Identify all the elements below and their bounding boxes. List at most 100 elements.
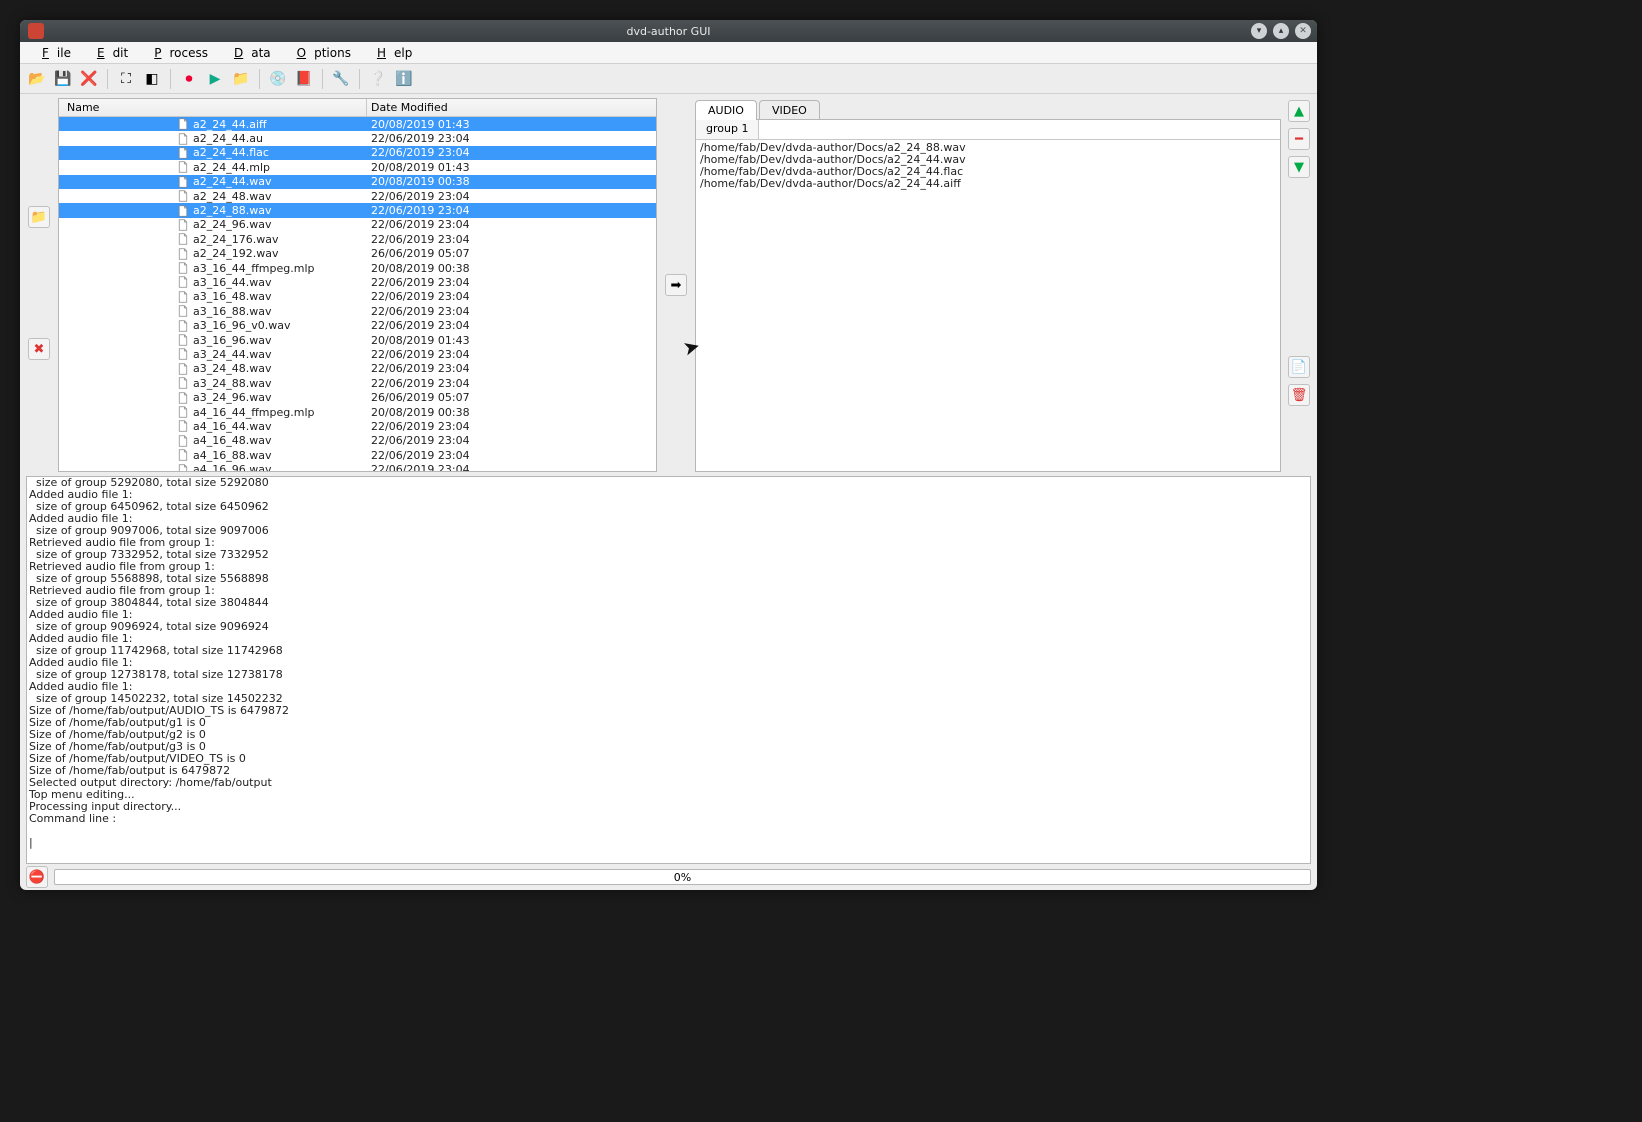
file-date: 22/06/2019 23:04	[367, 190, 470, 203]
file-icon	[177, 276, 189, 288]
menu-options[interactable]: Options	[281, 44, 359, 62]
file-icon	[177, 161, 189, 173]
new-group-button[interactable]: 📄	[1288, 356, 1310, 378]
column-header-name[interactable]: Name	[59, 99, 367, 116]
file-icon	[177, 320, 189, 332]
file-date: 22/06/2019 23:04	[367, 233, 470, 246]
move-up-button[interactable]: ▲	[1288, 100, 1310, 122]
file-name: a3_16_44.wav	[193, 276, 271, 289]
file-row[interactable]: a3_24_44.wav22/06/2019 23:04	[59, 347, 656, 361]
deselect-icon[interactable]: ◧	[141, 68, 163, 90]
menu-help[interactable]: Help	[361, 44, 420, 62]
red-folder-icon[interactable]: 📕	[293, 68, 315, 90]
save-icon[interactable]: 💾	[52, 68, 74, 90]
file-row[interactable]: a2_24_96.wav22/06/2019 23:04	[59, 218, 656, 232]
file-name: a3_16_96_v0.wav	[193, 319, 291, 332]
menu-file[interactable]: File	[26, 44, 79, 62]
file-row[interactable]: a2_24_44.au22/06/2019 23:04	[59, 131, 656, 145]
window-title: dvd-author GUI	[20, 25, 1317, 38]
record-icon[interactable]: ⏺	[178, 68, 200, 90]
log-output[interactable]: size of group 5292080, total size 529208…	[26, 476, 1311, 864]
file-name: a2_24_44.wav	[193, 175, 271, 188]
file-name: a2_24_44.au	[193, 132, 263, 145]
file-icon	[177, 406, 189, 418]
file-row[interactable]: a2_24_176.wav22/06/2019 23:04	[59, 232, 656, 246]
remove-button[interactable]: ✖	[28, 338, 50, 360]
file-name: a2_24_44.aiff	[193, 118, 267, 131]
file-name: a2_24_192.wav	[193, 247, 278, 260]
file-name: a3_16_88.wav	[193, 305, 271, 318]
output-folder-icon[interactable]: 📁	[230, 68, 252, 90]
file-icon	[177, 147, 189, 159]
move-down-button[interactable]: ▼	[1288, 156, 1310, 178]
file-icon	[177, 348, 189, 360]
toolbar: 📂💾❌ ⛶◧ ⏺▶📁 💿📕 🔧 ❔ℹ️	[20, 64, 1317, 94]
file-name: a2_24_44.mlp	[193, 161, 270, 174]
file-icon	[177, 205, 189, 217]
send-right-button[interactable]: ➡	[665, 274, 687, 296]
file-list-body[interactable]: a2_24_44.aiff20/08/2019 01:43a2_24_44.au…	[59, 117, 656, 471]
play-icon[interactable]: ▶	[204, 68, 226, 90]
delete-group-button[interactable]: 🗑	[1288, 384, 1310, 406]
file-row[interactable]: a3_24_88.wav22/06/2019 23:04	[59, 376, 656, 390]
file-name: a3_24_48.wav	[193, 362, 271, 375]
file-row[interactable]: a3_16_96.wav20/08/2019 01:43	[59, 333, 656, 347]
info-icon[interactable]: ℹ️	[393, 68, 415, 90]
file-row[interactable]: a2_24_44.aiff20/08/2019 01:43	[59, 117, 656, 131]
file-row[interactable]: a3_16_88.wav22/06/2019 23:04	[59, 304, 656, 318]
column-header-date[interactable]: Date Modified	[367, 99, 656, 116]
file-icon	[177, 219, 189, 231]
file-row[interactable]: a3_16_44_ffmpeg.mlp20/08/2019 00:38	[59, 261, 656, 275]
file-name: a2_24_48.wav	[193, 190, 271, 203]
file-date: 26/06/2019 05:07	[367, 391, 470, 404]
file-row[interactable]: a4_16_48.wav22/06/2019 23:04	[59, 434, 656, 448]
file-row[interactable]: a2_24_88.wav22/06/2019 23:04	[59, 203, 656, 217]
close-button[interactable]: ✕	[1295, 23, 1311, 39]
group-tab[interactable]: group 1	[696, 120, 759, 139]
file-name: a3_16_48.wav	[193, 290, 271, 303]
group-list-item[interactable]: /home/fab/Dev/dvda-author/Docs/a2_24_44.…	[700, 178, 1276, 190]
file-row[interactable]: a2_24_44.mlp20/08/2019 01:43	[59, 160, 656, 174]
minimize-button[interactable]: ▾	[1251, 23, 1267, 39]
file-row[interactable]: a4_16_96.wav22/06/2019 23:04	[59, 462, 656, 471]
file-row[interactable]: a3_24_48.wav 22/06/2019 23:04	[59, 362, 656, 376]
maximize-button[interactable]: ▴	[1273, 23, 1289, 39]
add-folder-button[interactable]: 📁	[28, 206, 50, 228]
file-row[interactable]: a2_24_44.flac22/06/2019 23:04	[59, 146, 656, 160]
file-date: 22/06/2019 23:04	[367, 434, 470, 447]
group-file-list[interactable]: /home/fab/Dev/dvda-author/Docs/a2_24_88.…	[696, 140, 1280, 471]
file-date: 22/06/2019 23:04	[367, 204, 470, 217]
file-date: 22/06/2019 23:04	[367, 449, 470, 462]
disc-icon[interactable]: 💿	[267, 68, 289, 90]
file-row[interactable]: a3_24_96.wav26/06/2019 05:07	[59, 390, 656, 404]
file-row[interactable]: a3_16_96_v0.wav22/06/2019 23:04	[59, 318, 656, 332]
file-row[interactable]: a4_16_88.wav22/06/2019 23:04	[59, 448, 656, 462]
file-row[interactable]: a2_24_48.wav 22/06/2019 23:04	[59, 189, 656, 203]
menu-data[interactable]: Data	[218, 44, 279, 62]
wrench-icon[interactable]: 🔧	[330, 68, 352, 90]
file-row[interactable]: a4_16_44.wav22/06/2019 23:04	[59, 419, 656, 433]
transfer-buttons: ➡	[663, 98, 689, 472]
tab-video[interactable]: VIDEO	[759, 100, 820, 120]
file-row[interactable]: a3_16_48.wav22/06/2019 23:04	[59, 290, 656, 304]
menu-edit[interactable]: Edit	[81, 44, 136, 62]
file-row[interactable]: a3_16_44.wav22/06/2019 23:04	[59, 275, 656, 289]
remove-item-button[interactable]: ━	[1288, 128, 1310, 150]
tab-audio[interactable]: AUDIO	[695, 100, 757, 120]
file-row[interactable]: a4_16_44_ffmpeg.mlp20/08/2019 00:38	[59, 405, 656, 419]
file-date: 22/06/2019 23:04	[367, 362, 470, 375]
stop-button[interactable]: ⛔	[26, 866, 48, 888]
file-icon	[177, 118, 189, 130]
file-list[interactable]: Name Date Modified a2_24_44.aiff20/08/20…	[58, 98, 657, 472]
delete-icon[interactable]: ❌	[78, 68, 100, 90]
help-icon[interactable]: ❔	[367, 68, 389, 90]
select-all-icon[interactable]: ⛶	[115, 68, 137, 90]
file-icon	[177, 305, 189, 317]
menu-process[interactable]: Process	[138, 44, 216, 62]
file-row[interactable]: a2_24_192.wav26/06/2019 05:07	[59, 247, 656, 261]
log-text: size of group 5292080, total size 529208…	[29, 477, 1308, 849]
file-name: a3_16_44_ffmpeg.mlp	[193, 262, 315, 275]
file-row[interactable]: a2_24_44.wav20/08/2019 00:38	[59, 175, 656, 189]
file-icon	[177, 420, 189, 432]
open-icon[interactable]: 📂	[26, 68, 48, 90]
